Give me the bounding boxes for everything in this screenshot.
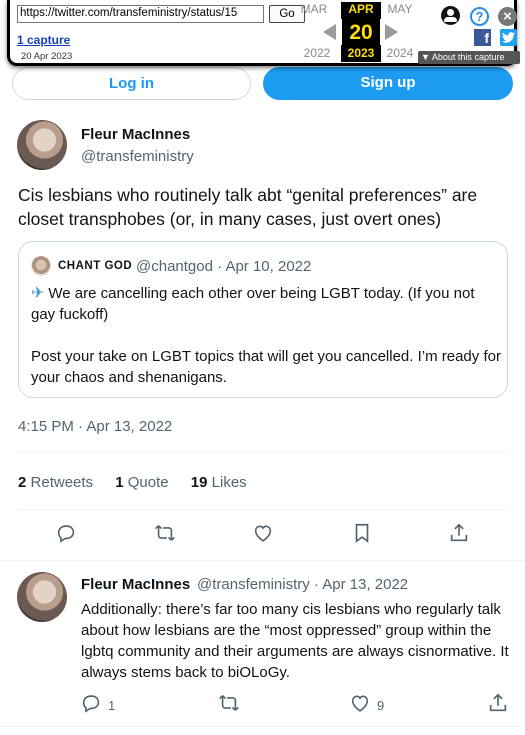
quoted-paragraph-1-text: We are cancelling each other over being … — [31, 285, 475, 323]
reply-author-handle-date[interactable]: @transfeministry · Apr 13, 2022 — [197, 576, 408, 593]
likes-stat[interactable]: 19 Likes — [191, 474, 247, 491]
quoted-author-avatar — [31, 256, 51, 276]
tweet-timestamp[interactable]: 4:15 PM · Apr 13, 2022 — [18, 418, 172, 435]
twitter-icon[interactable] — [500, 29, 517, 46]
divider — [18, 509, 508, 510]
quoted-author-name: CHANT GOD — [58, 260, 133, 272]
quotes-label: Quote — [127, 474, 169, 491]
facebook-icon[interactable]: f — [474, 29, 491, 46]
likes-label: Likes — [211, 474, 247, 491]
reply-share-icon[interactable] — [487, 692, 511, 716]
retweets-count: 2 — [18, 474, 27, 491]
wayback-prev-arrow-icon[interactable] — [323, 24, 336, 40]
wayback-current-day: 20 — [342, 19, 380, 46]
quotes-stat[interactable]: 1 Quote — [115, 474, 168, 491]
author-handle[interactable]: @transfeministry — [81, 148, 194, 165]
quotes-count: 1 — [115, 474, 124, 491]
share-icon[interactable] — [448, 522, 472, 546]
reply-icon[interactable] — [55, 522, 79, 546]
author-name[interactable]: Fleur MacInnes — [81, 126, 190, 143]
wayback-next-arrow-icon[interactable] — [385, 24, 398, 40]
likes-count: 19 — [190, 474, 208, 491]
user-account-icon[interactable] — [441, 6, 460, 25]
tweet-stats: 2 Retweets 1 Quote 19 Likes — [18, 474, 265, 491]
wayback-url-input[interactable]: https://twitter.com/transfeministry/stat… — [17, 5, 264, 23]
help-icon[interactable]: ? — [470, 7, 489, 26]
divider — [0, 726, 525, 727]
reply-retweet-icon[interactable] — [218, 692, 242, 716]
quoted-paragraph-1: ✈ We are cancelling each other over being… — [31, 283, 501, 325]
reply-reply-count: 1 — [108, 698, 116, 713]
reply-like-icon[interactable] — [349, 692, 373, 716]
close-icon[interactable]: × — [498, 7, 517, 26]
like-icon[interactable] — [252, 522, 276, 546]
wayback-next-year[interactable]: 2024 — [380, 46, 420, 60]
quoted-tweet[interactable]: CHANT GOD @chantgod · Apr 10, 2022 ✈ We a… — [18, 241, 508, 398]
about-capture-button[interactable]: ▼ About this capture — [418, 51, 520, 64]
wayback-next-month[interactable]: MAY — [380, 2, 420, 16]
divider — [18, 452, 508, 453]
sign-up-button[interactable]: Sign up — [263, 67, 513, 100]
wayback-prev-month[interactable]: MAR — [294, 2, 334, 16]
quoted-tweet-text: ✈ We are cancelling each other over being… — [31, 283, 501, 388]
divider — [0, 560, 525, 561]
airplane-icon: ✈ — [31, 285, 45, 302]
reply-author-avatar[interactable] — [17, 572, 67, 622]
wayback-captures-link[interactable]: 1 capture — [17, 33, 70, 47]
log-in-button[interactable]: Log in — [12, 67, 251, 100]
wayback-capture-date: 20 Apr 2023 — [21, 51, 73, 62]
reply-tweet-text: Additionally: there’s far too many cis l… — [81, 601, 509, 681]
author-avatar[interactable] — [17, 120, 67, 170]
quoted-author-handle-date: @chantgod · Apr 10, 2022 — [136, 258, 312, 275]
reply-author-name[interactable]: Fleur MacInnes — [81, 576, 190, 593]
quoted-paragraph-2: Post your take on LGBT topics that will … — [31, 348, 501, 386]
tweet-text: Cis lesbians who routinely talk abt “gen… — [18, 185, 478, 229]
wayback-current-year: 2023 — [341, 45, 381, 62]
reply-reply-icon[interactable] — [80, 692, 104, 716]
retweet-icon[interactable] — [154, 522, 178, 546]
wayback-prev-year[interactable]: 2022 — [297, 46, 337, 60]
reply-like-count: 9 — [377, 698, 385, 713]
retweets-stat[interactable]: 2 Retweets — [18, 474, 93, 491]
wayback-toolbar: https://twitter.com/transfeministry/stat… — [7, 0, 520, 66]
wayback-current-month: APR — [341, 2, 381, 19]
bookmark-icon[interactable] — [351, 522, 375, 546]
retweets-label: Retweets — [30, 474, 94, 491]
